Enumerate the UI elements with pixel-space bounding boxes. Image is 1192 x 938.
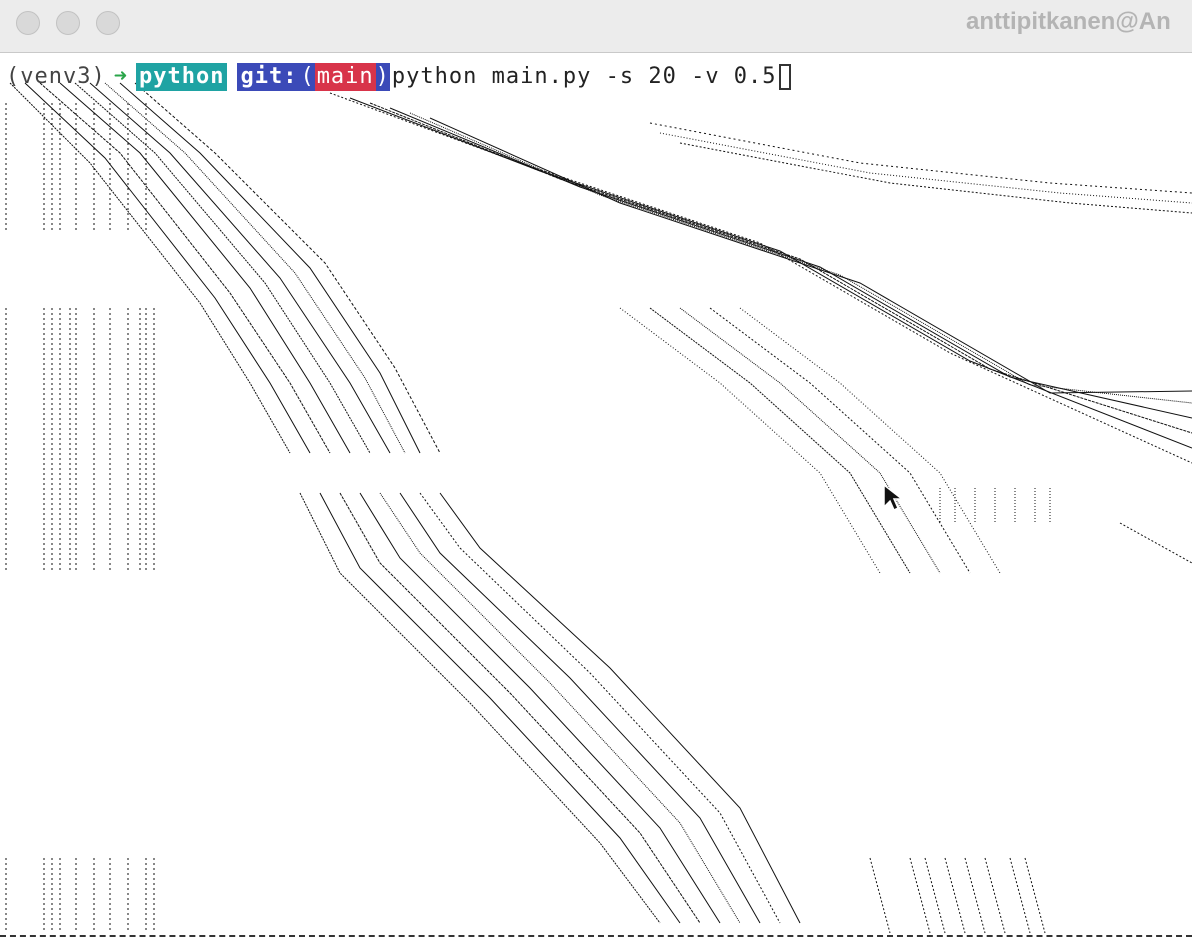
current-directory: python: [135, 63, 228, 91]
title-bar[interactable]: anttipitkanen@An: [0, 0, 1192, 53]
diagonal-line-group-c: [329, 92, 1192, 464]
diagonal-line-group-d: [619, 307, 1192, 574]
command-prompt: (venv3) ➜ python git: (main)python main.py -…: [6, 63, 791, 91]
git-paren-close: ): [375, 63, 390, 91]
diagonal-line-group-a: [9, 82, 441, 454]
mouse-pointer-icon: [883, 483, 904, 512]
mid-right-ascii-patch: [939, 488, 1051, 523]
git-paren-open: (: [300, 63, 315, 91]
typed-command: python main.py -s 20 -v 0.5: [391, 64, 777, 89]
close-window-button[interactable]: [16, 11, 40, 35]
git-branch: main: [314, 63, 376, 91]
left-vertical-columns: [5, 103, 155, 933]
venv-indicator: (venv3): [6, 64, 106, 89]
diagonal-line-group-b: [299, 492, 801, 924]
terminal-window: anttipitkanen@An (venv3) ➜ python git: (main…: [0, 0, 1192, 938]
ascii-render-output: [5, 82, 1192, 934]
bottom-right-ascii-patch: [869, 857, 1046, 934]
minimize-window-button[interactable]: [56, 11, 80, 35]
git-label: git:: [237, 63, 301, 91]
text-cursor: [778, 64, 791, 90]
prompt-arrow-icon: ➜: [113, 64, 128, 89]
terminal-bottom-border: [0, 935, 1192, 937]
zoom-window-button[interactable]: [96, 11, 120, 35]
terminal-content[interactable]: (venv3) ➜ python git: (main)python main.py -…: [0, 53, 1192, 938]
window-title: anttipitkanen@An: [966, 8, 1171, 35]
